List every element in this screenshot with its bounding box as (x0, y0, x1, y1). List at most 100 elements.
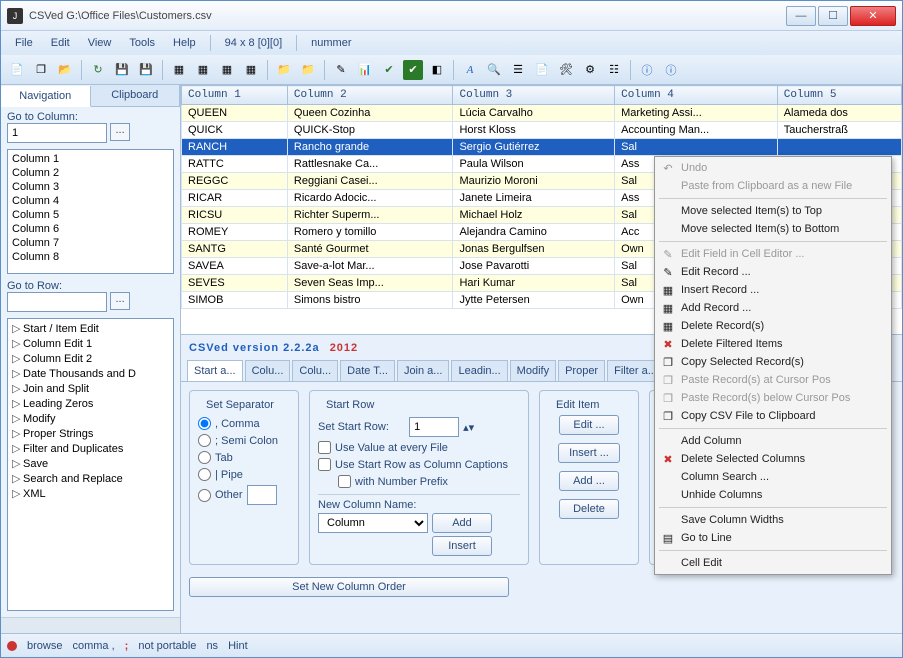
tree-item[interactable]: ▷ Proper Strings (10, 426, 171, 441)
context-menu-item[interactable]: ▤Go to Line (657, 529, 889, 547)
tree-item[interactable]: ▷ XML (10, 486, 171, 501)
refresh-icon[interactable]: ↻ (88, 60, 108, 80)
column-list-item[interactable]: Column 7 (10, 236, 171, 250)
context-menu-item[interactable]: Unhide Columns (657, 486, 889, 504)
context-menu-item[interactable]: ▦Insert Record ... (657, 281, 889, 299)
saveas-icon[interactable]: 💾 (136, 60, 156, 80)
table-row[interactable]: QUICKQUICK-StopHorst KlossAccounting Man… (182, 122, 902, 139)
context-menu-item[interactable]: Move selected Item(s) to Top (657, 202, 889, 220)
context-menu-item[interactable]: ❐Copy Selected Record(s) (657, 353, 889, 371)
tree-item[interactable]: ▷ Save (10, 456, 171, 471)
grid3-icon[interactable]: ▦ (217, 60, 237, 80)
grid-header[interactable]: Column 4 (615, 86, 778, 105)
sep-tab-radio[interactable] (198, 451, 211, 464)
tree-item[interactable]: ▷ Date Thousands and D (10, 366, 171, 381)
tree-item[interactable]: ▷ Column Edit 1 (10, 336, 171, 351)
insert-button[interactable]: Insert ... (558, 443, 620, 463)
grid1-icon[interactable]: ▦ (169, 60, 189, 80)
context-menu-item[interactable]: ▦Delete Record(s) (657, 317, 889, 335)
table-row[interactable]: RANCHRancho grandeSergio GutiérrezSal (182, 139, 902, 156)
sep-semi-radio[interactable] (198, 434, 211, 447)
copy-icon[interactable]: ❐ (31, 60, 51, 80)
open-icon[interactable]: 📂 (55, 60, 75, 80)
set-column-order-button[interactable]: Set New Column Order (189, 577, 509, 597)
save-icon[interactable]: 💾 (112, 60, 132, 80)
grid-header[interactable]: Column 5 (777, 86, 901, 105)
use-every-file-checkbox[interactable] (318, 441, 331, 454)
folder2-icon[interactable]: 📁 (298, 60, 318, 80)
context-menu-item[interactable]: ▦Add Record ... (657, 299, 889, 317)
edit-button[interactable]: Edit ... (559, 415, 619, 435)
goto-column-input[interactable] (7, 123, 107, 143)
sep-comma-radio[interactable] (198, 417, 211, 430)
tab-clipboard[interactable]: Clipboard (91, 85, 181, 106)
subtab[interactable]: Leadin... (451, 360, 507, 381)
check1-icon[interactable]: ✔ (379, 60, 399, 80)
context-menu-item[interactable]: Move selected Item(s) to Bottom (657, 220, 889, 238)
column-list[interactable]: Column 1Column 2Column 3Column 4Column 5… (7, 149, 174, 274)
column-list-item[interactable]: Column 8 (10, 250, 171, 264)
grid-header[interactable]: Column 3 (453, 86, 615, 105)
tree-item[interactable]: ▷ Column Edit 2 (10, 351, 171, 366)
sep-other-input[interactable] (247, 485, 277, 505)
folder1-icon[interactable]: 📁 (274, 60, 294, 80)
menu-view[interactable]: View (80, 35, 120, 51)
tree-item[interactable]: ▷ Search and Replace (10, 471, 171, 486)
goto-row-button[interactable]: ... (110, 292, 130, 310)
subtab[interactable]: Colu... (245, 360, 291, 381)
add-column-button[interactable]: Add (432, 513, 492, 533)
column-list-item[interactable]: Column 6 (10, 222, 171, 236)
edit-icon[interactable]: ✎ (331, 60, 351, 80)
subtab[interactable]: Date T... (340, 360, 395, 381)
subtab[interactable]: Proper (558, 360, 605, 381)
search-icon[interactable]: 🔍 (484, 60, 504, 80)
sep-pipe-radio[interactable] (198, 468, 211, 481)
context-menu-item[interactable]: ✎Edit Record ... (657, 263, 889, 281)
start-row-spinner[interactable]: ▴▾ (463, 421, 474, 434)
bars-icon[interactable]: ☷ (604, 60, 624, 80)
add-button[interactable]: Add ... (559, 471, 619, 491)
goto-column-button[interactable]: ... (110, 123, 130, 141)
menu-help[interactable]: Help (165, 35, 204, 51)
number-prefix-checkbox[interactable] (338, 475, 351, 488)
grid2-icon[interactable]: ▦ (193, 60, 213, 80)
tree-scrollbar[interactable] (1, 617, 180, 633)
context-menu-item[interactable]: ❐Copy CSV File to Clipboard (657, 407, 889, 425)
column-list-item[interactable]: Column 3 (10, 180, 171, 194)
menu-file[interactable]: File (7, 35, 41, 51)
tree-item[interactable]: ▷ Leading Zeros (10, 396, 171, 411)
subtab[interactable]: Join a... (397, 360, 450, 381)
column-list-item[interactable]: Column 1 (10, 152, 171, 166)
help-icon[interactable]: ⓘ (637, 60, 657, 80)
close-button[interactable]: ✕ (850, 6, 896, 26)
delete-button[interactable]: Delete (559, 499, 619, 519)
sep-other-radio[interactable] (198, 489, 211, 502)
menu-edit[interactable]: Edit (43, 35, 78, 51)
check2-icon[interactable]: ✔ (403, 60, 423, 80)
context-menu-item[interactable]: ✖Delete Selected Columns (657, 450, 889, 468)
column-list-item[interactable]: Column 4 (10, 194, 171, 208)
minimize-button[interactable]: — (786, 6, 816, 26)
column-list-item[interactable]: Column 5 (10, 208, 171, 222)
font-icon[interactable]: A (460, 60, 480, 80)
settings-icon[interactable]: ⚙ (580, 60, 600, 80)
tools-icon[interactable]: 🛠 (556, 60, 576, 80)
subtab[interactable]: Colu... (292, 360, 338, 381)
subtab[interactable]: Modify (510, 360, 556, 381)
context-menu-item[interactable]: Column Search ... (657, 468, 889, 486)
column-list-item[interactable]: Column 2 (10, 166, 171, 180)
maximize-button[interactable]: ☐ (818, 6, 848, 26)
insert-column-button[interactable]: Insert (432, 536, 492, 556)
context-menu-item[interactable]: Cell Edit (657, 554, 889, 572)
view-icon[interactable]: ◧ (427, 60, 447, 80)
grid-header[interactable]: Column 1 (182, 86, 288, 105)
tree-item[interactable]: ▷ Start / Item Edit (10, 321, 171, 336)
tab-navigation[interactable]: Navigation (1, 86, 91, 107)
menu-tools[interactable]: Tools (121, 35, 163, 51)
context-menu-item[interactable]: Save Column Widths (657, 511, 889, 529)
use-captions-checkbox[interactable] (318, 458, 331, 471)
new-column-select[interactable]: Column (318, 513, 428, 533)
doc-icon[interactable]: 📄 (532, 60, 552, 80)
new-icon[interactable]: 📄 (7, 60, 27, 80)
info-icon[interactable]: ⓘ (661, 60, 681, 80)
